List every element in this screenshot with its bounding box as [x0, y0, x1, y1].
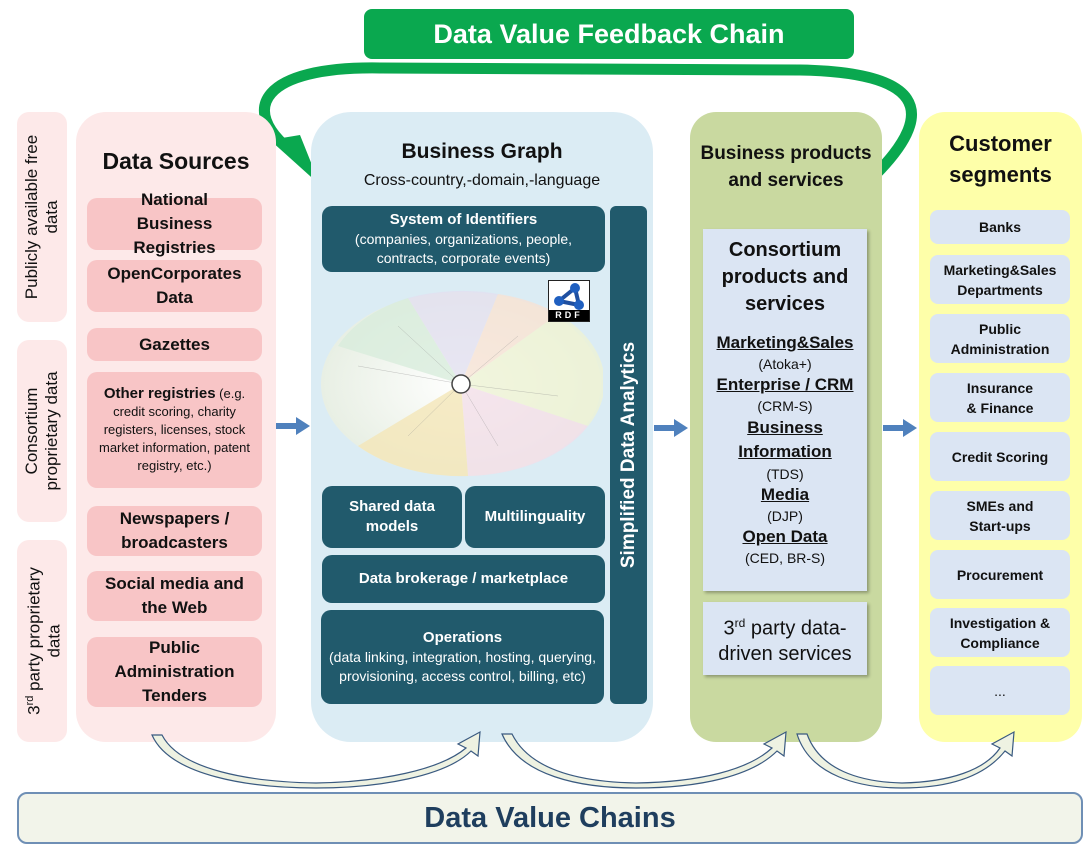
segment-insurance-finance: Insurance & Finance: [930, 373, 1070, 422]
segment-label: Public Administration: [950, 320, 1050, 357]
data-source-opencorporates: OpenCorporates Data: [87, 260, 262, 312]
segment-label: SMEs and Start-ups: [966, 497, 1034, 534]
operations-box: Operations (data linking, integration, h…: [321, 610, 604, 704]
category-public-free-data: Publicly available free data: [17, 112, 67, 322]
segment-marketing-sales: Marketing&Sales Departments: [930, 255, 1070, 304]
data-brokerage-label: Data brokerage / marketplace: [358, 570, 569, 587]
data-source-label: Newspapers / broadcasters: [119, 509, 230, 552]
segment-investigation-compliance: Investigation & Compliance: [930, 608, 1070, 657]
business-products-title: Business products and services: [700, 143, 872, 191]
segment-label: ...: [994, 682, 1006, 699]
category-third-party-data: 3rd party proprietary data: [17, 540, 67, 742]
system-of-identifiers-box: System of Identifiers (companies, organi…: [322, 206, 605, 272]
identifiers-title: System of Identifiers: [389, 211, 538, 228]
product-code: (CED, BR-S): [744, 550, 826, 566]
third-party-services-box: 3rd party data-driven services: [703, 602, 867, 675]
third-party-prefix: 3: [723, 617, 735, 640]
data-value-chains-title: Data Value Chains: [424, 801, 676, 834]
identifiers-detail: (companies, organizations, people, contr…: [354, 231, 573, 266]
segment-procurement: Procurement: [930, 550, 1070, 599]
third-party-services-label: 3rd party data-driven services: [703, 610, 867, 668]
value-chain-arrow-3: [796, 730, 1015, 789]
multilinguality-label: Multilinguality: [484, 508, 586, 525]
data-source-label: Social media and the Web: [105, 574, 244, 617]
flow-arrow-right-icon: [276, 417, 310, 435]
consortium-products-box: Consortium products and services Marketi…: [703, 229, 867, 591]
simplified-data-analytics-label: Simplified Data Analytics: [617, 341, 639, 569]
data-source-national-business-registries: National Business Registries: [87, 190, 262, 257]
product-code: (CRM-S): [757, 398, 813, 414]
data-source-gazettes: Gazettes: [87, 328, 262, 361]
customer-segments-title: Customer segments: [949, 131, 1052, 187]
value-chain-arrow-1: [151, 730, 481, 789]
product-marketing-sales: Marketing&Sales (Atoka+): [703, 332, 867, 374]
product-name: Enterprise / CRM: [716, 375, 854, 394]
product-business-information: Business Information (TDS): [703, 416, 867, 484]
product-code: (TDS): [766, 466, 804, 482]
shared-data-models-box: Shared data models: [322, 486, 462, 548]
data-source-other-registries: Other registries (e.g. credit scoring, c…: [87, 372, 262, 488]
shared-data-models-label: Shared data models: [349, 498, 435, 535]
segment-public-administration: Public Administration: [930, 314, 1070, 363]
data-source-social-media: Social media and the Web: [87, 571, 262, 621]
segment-label: Investigation & Compliance: [949, 614, 1051, 651]
data-source-label: Gazettes: [139, 334, 210, 354]
product-open-data: Open Data (CED, BR-S): [703, 526, 867, 568]
multilinguality-box: Multilinguality: [465, 486, 605, 548]
operations-title: Operations: [422, 629, 503, 646]
category-label: Publicly available free: [22, 134, 41, 300]
product-media: Media (DJP): [703, 484, 867, 526]
segment-credit-scoring: Credit Scoring: [930, 432, 1070, 481]
value-chain-arrows: [151, 730, 1015, 789]
simplified-data-analytics-bar: Simplified Data Analytics: [610, 206, 647, 704]
other-registries-bold: Other registries: [103, 385, 216, 402]
consortium-products-title: Consortium products and services: [721, 239, 849, 315]
business-graph-subtitle: Cross-country,-domain,-language: [363, 172, 601, 189]
data-source-label: Other registries (e.g. credit scoring, c…: [91, 385, 258, 475]
data-source-newspapers: Newspapers / broadcasters: [87, 506, 262, 556]
segment-smes-startups: SMEs and Start-ups: [930, 491, 1070, 540]
segment-label: Procurement: [956, 566, 1044, 583]
third-party-sup: rd: [734, 615, 746, 630]
category-label: 3rd party proprietary: [23, 567, 44, 715]
feedback-chain-title-text: Data Value Feedback Chain: [433, 18, 785, 49]
data-source-public-tenders: Public Administration Tenders: [87, 637, 262, 707]
flow-arrow-right-icon: [883, 419, 917, 437]
flow-arrow-right-icon: [654, 419, 688, 437]
segment-label: Marketing&Sales Departments: [943, 261, 1057, 298]
segment-more: ...: [930, 666, 1070, 715]
category-label: Consortium: [22, 387, 41, 475]
category-label: data: [42, 200, 61, 234]
segment-banks: Banks: [930, 210, 1070, 244]
product-code: (DJP): [767, 508, 803, 524]
category-label: data: [44, 624, 64, 658]
data-value-chains-bar: Data Value Chains: [17, 792, 1083, 844]
segment-label: Credit Scoring: [951, 448, 1049, 465]
rdf-logo-icon: RDF: [548, 280, 590, 322]
value-chain-arrow-2: [501, 730, 787, 789]
product-name: Open Data: [742, 527, 828, 546]
segment-label: Banks: [978, 219, 1022, 235]
business-graph-title: Business Graph: [401, 140, 563, 163]
data-sources-title: Data Sources: [102, 148, 250, 174]
operations-detail: (data linking, integration, hosting, que…: [329, 649, 596, 684]
data-brokerage-box: Data brokerage / marketplace: [322, 555, 605, 603]
feedback-chain-title: Data Value Feedback Chain: [364, 9, 854, 59]
product-name: Media: [760, 485, 810, 504]
product-name: Business Information: [738, 418, 832, 461]
product-code: (Atoka+): [758, 356, 812, 372]
rdf-label: RDF: [549, 310, 589, 321]
category-label: proprietary data: [42, 371, 61, 491]
product-name: Marketing&Sales: [716, 333, 854, 352]
data-source-label: Public Administration Tenders: [114, 638, 235, 705]
category-consortium-data: Consortium proprietary data: [17, 340, 67, 522]
data-source-label: OpenCorporates Data: [107, 264, 242, 307]
data-source-label: National Business Registries: [133, 190, 216, 257]
segment-label: Insurance & Finance: [966, 379, 1034, 416]
product-enterprise-crm: Enterprise / CRM (CRM-S): [703, 374, 867, 416]
